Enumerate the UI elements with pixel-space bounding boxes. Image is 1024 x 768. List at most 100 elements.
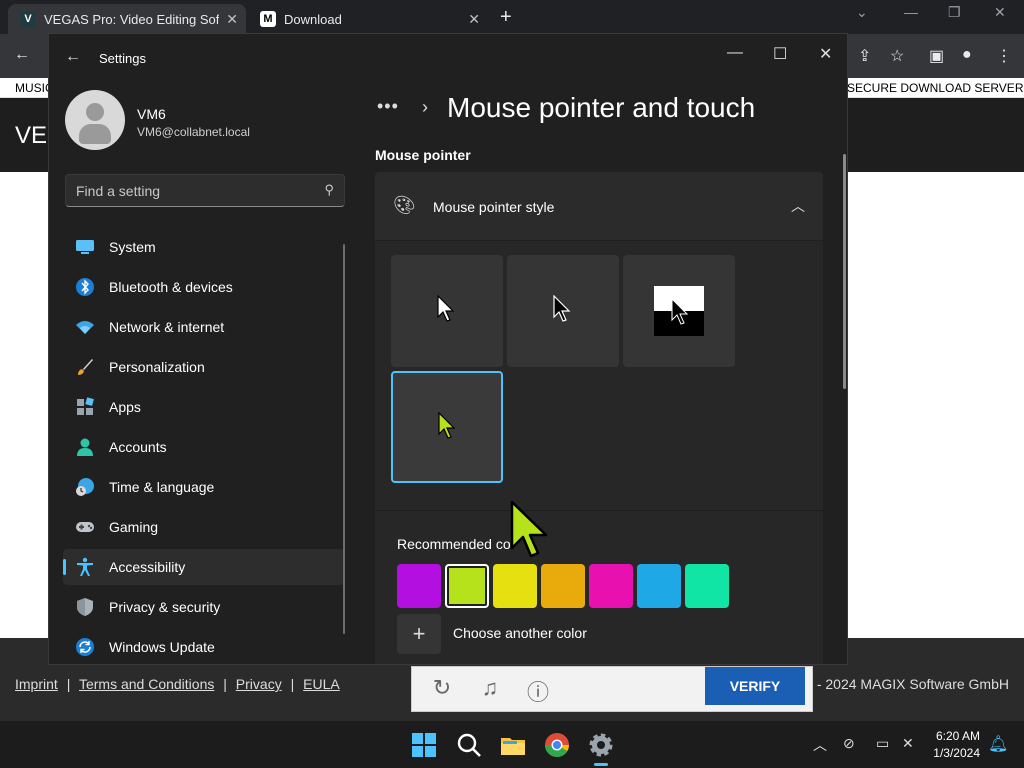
mouse-pointer-style-expander[interactable]: 🎨︎ Mouse pointer style ︿ [375,172,823,240]
new-tab-button[interactable]: + [500,6,512,29]
volume-muted-icon[interactable]: ✕ [902,735,914,752]
menu-icon[interactable]: ⋮ [996,46,1012,66]
back-icon[interactable]: ← [14,46,30,64]
share-icon[interactable]: ⇪ [858,46,871,66]
search-box[interactable]: ⚲ [65,174,345,207]
sidebar-item-apps[interactable]: Apps [63,389,345,425]
selection-indicator [63,559,66,575]
sidebar-item-privacy-security[interactable]: Privacy & security [63,589,345,625]
apps-icon [77,397,94,415]
sidebar-item-label: Bluetooth & devices [109,279,233,295]
file-explorer-icon[interactable] [499,731,527,759]
windows-start-icon[interactable] [410,731,438,759]
headphones-icon[interactable]: ♫ [476,675,504,703]
content-scrollbar[interactable] [843,154,846,389]
terms-link[interactable]: Terms and Conditions [79,676,214,692]
sidebar-item-time-language[interactable]: Time & language [63,469,345,505]
close-tab-icon[interactable]: ✕ [226,11,238,28]
sidebar-item-accessibility[interactable]: Accessibility [63,549,345,585]
breadcrumb-more-button[interactable]: ••• [377,96,399,117]
gamepad-icon [76,522,94,532]
page-title: Mouse pointer and touch [447,92,756,123]
settings-gear-icon[interactable] [587,731,615,759]
globe-clock-icon [76,478,94,496]
avatar-head [86,103,104,121]
search-icon[interactable] [455,731,483,759]
tab-vegas-pro[interactable]: V VEGAS Pro: Video Editing Softwa ✕ [8,4,246,34]
avatar-body [79,124,111,144]
bookmark-star-icon[interactable]: ☆ [890,46,904,66]
display-icon[interactable]: ▭ [876,735,889,752]
avatar[interactable] [65,90,125,150]
sidebar-item-bluetooth[interactable]: Bluetooth & devices [63,269,345,305]
footer-links: Imprint | Terms and Conditions | Privacy… [15,676,340,692]
sidebar-item-label: Network & internet [109,319,225,335]
color-swatch-blue[interactable] [637,564,681,608]
footer-separator: | [223,676,227,692]
color-swatch-yellow[interactable] [493,564,537,608]
monitor-icon [76,240,94,254]
verify-button[interactable]: VERIFY [705,667,805,705]
breadcrumb-chevron-icon: › [422,97,428,117]
pointer-style-white[interactable] [391,255,503,367]
minimize-icon[interactable]: — [727,44,743,62]
chevron-up-icon[interactable]: ︿ [813,735,827,755]
tab-search-icon[interactable]: ⌄ [856,4,868,21]
sidebar-item-network[interactable]: Network & internet [63,309,345,345]
sidebar-item-personalization[interactable]: Personalization [63,349,345,385]
color-swatch-pink[interactable] [589,564,633,608]
minimize-icon[interactable]: — [904,4,918,20]
pointer-style-inverted[interactable] [623,255,735,367]
imprint-link[interactable]: Imprint [15,676,58,692]
network-off-icon[interactable]: ⊘ [843,735,855,752]
info-icon[interactable]: ⓘ [524,675,552,705]
sidebar-item-label: Privacy & security [109,599,221,615]
close-icon[interactable]: ✕ [819,44,832,64]
inverted-pointer-icon [654,286,704,336]
captcha-widget: ↻ ♫ ⓘ VERIFY [411,666,813,712]
clock-date[interactable]: 1/3/2024 [933,746,980,760]
close-window-icon[interactable]: ✕ [994,4,1006,21]
choose-another-color-label[interactable]: Choose another color [453,625,587,641]
sidebar-item-label: Windows Update [109,639,215,655]
palette-icon: 🎨︎ [393,195,416,215]
add-color-button[interactable]: + [397,614,441,654]
user-name: VM6 [137,106,166,122]
side-panel-icon[interactable]: ▣ [929,46,944,66]
restore-icon[interactable]: ❐ [948,4,961,21]
tab-download-title: Download [284,11,342,27]
settings-titlebar: ← Settings — ☐ ✕ [49,34,847,82]
search-input[interactable] [76,182,306,200]
search-icon[interactable]: ⚲ [324,182,334,198]
color-swatch-orange[interactable] [541,564,585,608]
maximize-icon[interactable]: ☐ [773,44,787,64]
color-swatch-purple[interactable] [397,564,441,608]
active-app-indicator [594,763,608,766]
tab-download[interactable]: M Download ✕ [248,4,488,34]
chrome-icon[interactable] [543,731,571,759]
pointer-style-custom[interactable] [391,371,503,483]
profile-icon[interactable]: ● [962,46,972,64]
reload-icon[interactable]: ↻ [428,675,456,703]
sidebar-item-system[interactable]: System [63,229,345,265]
custom-pointer-icon [438,412,456,439]
mouse-cursor-icon [510,500,548,558]
privacy-link[interactable]: Privacy [236,676,282,692]
section-title: Mouse pointer [375,147,471,163]
sidebar-item-windows-update[interactable]: Windows Update [63,629,345,664]
sidebar-item-label: Gaming [109,519,159,535]
sidebar-scrollbar[interactable] [343,244,345,634]
sidebar-item-gaming[interactable]: Gaming [63,509,345,545]
chevron-up-icon[interactable]: ︿ [791,196,805,216]
pointer-style-black[interactable] [507,255,619,367]
clock-time[interactable]: 6:20 AM [936,729,980,743]
eula-link[interactable]: EULA [303,676,340,692]
user-email: VM6@collabnet.local [137,125,250,139]
sidebar-item-label: Accounts [109,439,167,455]
color-swatch-teal[interactable] [685,564,729,608]
sidebar-item-accounts[interactable]: Accounts [63,429,345,465]
color-swatch-lime[interactable] [445,564,489,608]
back-arrow-icon[interactable]: ← [65,48,81,66]
notification-bell-icon[interactable]: 🔔︎ [988,734,1008,754]
close-tab-icon[interactable]: ✕ [468,11,480,28]
